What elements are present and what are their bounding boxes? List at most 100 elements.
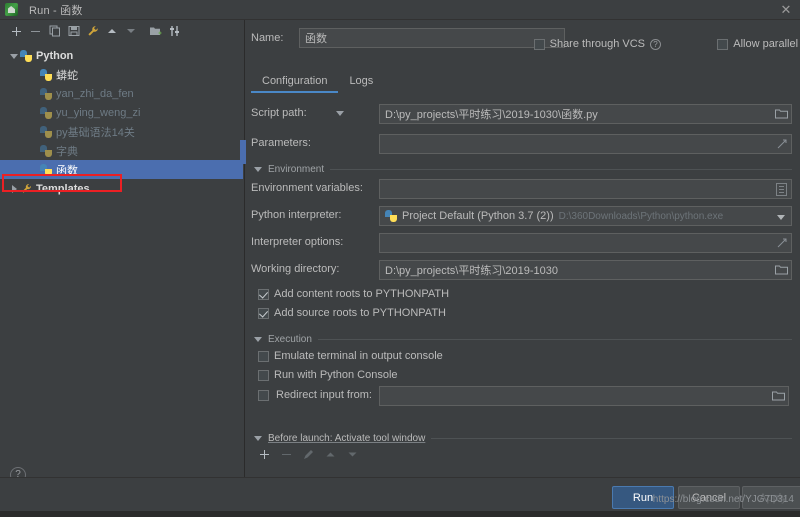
name-input[interactable]: 函数	[299, 28, 565, 48]
working-directory-input[interactable]: D:\py_projects\平时练习\2019-1030	[379, 260, 792, 280]
tree-item-label: yu_ying_weng_zi	[56, 107, 140, 119]
chevron-down-icon[interactable]	[8, 50, 20, 62]
move-down-button[interactable]	[122, 23, 139, 40]
tree-item-manshe[interactable]: 蟒蛇	[0, 65, 243, 84]
python-interpreter-value: Project Default (Python 3.7 (2))	[402, 210, 554, 222]
checkbox-box[interactable]	[717, 39, 728, 50]
add-task-button[interactable]	[258, 448, 271, 461]
chevron-down-icon[interactable]	[254, 337, 262, 342]
interpreter-options-row: Interpreter options:	[251, 233, 792, 253]
tab-configuration[interactable]: Configuration	[251, 72, 338, 93]
help-icon[interactable]: ?	[650, 39, 661, 50]
python-interpreter-select[interactable]: Project Default (Python 3.7 (2)) D:\360D…	[379, 206, 792, 226]
interpreter-options-input[interactable]	[379, 233, 792, 253]
edit-templates-button[interactable]	[84, 23, 101, 40]
run-with-python-console-label: Run with Python Console	[274, 369, 398, 381]
python-icon	[40, 69, 52, 81]
checkbox-box[interactable]	[258, 351, 269, 362]
configurations-panel: Python 蟒蛇 yan_zhi_da_fen yu_ying_weng_zi…	[0, 20, 245, 497]
python-icon	[40, 164, 52, 176]
section-divider	[431, 438, 792, 439]
emulate-terminal-checkbox[interactable]: Emulate terminal in output console	[258, 350, 443, 362]
working-directory-row: Working directory: D:\py_projects\平时练习\2…	[251, 260, 792, 280]
script-path-combo-arrow-icon[interactable]	[336, 111, 344, 116]
tab-label: Logs	[349, 75, 373, 87]
before-launch-section-header[interactable]: Before launch: Activate tool window	[254, 431, 792, 445]
checkbox-box[interactable]	[534, 39, 545, 50]
configuration-form: Script path: D:\py_projects\平时练习\2019-10…	[246, 96, 800, 477]
tree-item-python[interactable]: Python	[0, 46, 243, 65]
redirect-input-checkbox[interactable]	[258, 390, 269, 401]
execution-section-header[interactable]: Execution	[254, 332, 792, 346]
expand-icon[interactable]	[777, 139, 788, 150]
desktop-taskbar	[0, 511, 800, 517]
close-icon[interactable]: ✕	[778, 2, 794, 18]
copy-configuration-button[interactable]	[46, 23, 63, 40]
folder-icon[interactable]	[775, 264, 788, 276]
working-directory-value: D:\py_projects\平时练习\2019-1030	[385, 262, 786, 278]
tree-item-zidian[interactable]: 字典	[0, 141, 243, 160]
move-into-folder-button[interactable]	[147, 23, 164, 40]
allow-parallel-run-checkbox[interactable]: Allow parallel run	[717, 38, 800, 50]
section-divider	[318, 339, 792, 340]
tree-item-templates[interactable]: Templates	[0, 179, 243, 198]
folder-icon[interactable]	[775, 108, 788, 120]
edit-task-button[interactable]	[302, 448, 315, 461]
move-up-button[interactable]	[103, 23, 120, 40]
task-move-up-button[interactable]	[324, 448, 337, 461]
tree-item-label: 蟒蛇	[56, 67, 78, 83]
configurations-tree[interactable]: Python 蟒蛇 yan_zhi_da_fen yu_ying_weng_zi…	[0, 44, 243, 457]
environment-variables-input[interactable]	[379, 179, 792, 199]
script-path-value: D:\py_projects\平时练习\2019-1030\函数.py	[385, 106, 786, 122]
name-input-value: 函数	[305, 30, 327, 46]
before-launch-toolbar	[258, 448, 359, 461]
name-label: Name:	[251, 32, 283, 44]
chevron-right-icon[interactable]	[8, 183, 20, 195]
python-interpreter-label: Python interpreter:	[251, 209, 342, 221]
share-through-vcs-label: Share through VCS	[550, 38, 645, 50]
remove-task-button[interactable]	[280, 448, 293, 461]
checkbox-box[interactable]	[258, 308, 269, 319]
environment-variables-label: Environment variables:	[251, 182, 363, 194]
expand-icon[interactable]	[777, 238, 788, 249]
share-through-vcs-checkbox[interactable]: Share through VCS ?	[534, 38, 661, 50]
remove-configuration-button[interactable]	[27, 23, 44, 40]
env-list-icon[interactable]	[776, 183, 787, 196]
tree-item-hanshu[interactable]: 函数	[0, 160, 243, 179]
tree-item-label: py基础语法14关	[56, 124, 135, 140]
save-configuration-button[interactable]	[65, 23, 82, 40]
wrench-icon	[20, 183, 32, 195]
add-content-roots-checkbox[interactable]: Add content roots to PYTHONPATH	[258, 288, 449, 300]
tree-item-label: Python	[36, 50, 73, 62]
section-divider	[330, 169, 792, 170]
tree-item-label: 函数	[56, 162, 78, 178]
watermark-text: https://blog.csdn.net/YJG7D314	[653, 494, 794, 505]
parameters-input[interactable]	[379, 134, 792, 154]
tree-item-yan-zhi-da-fen[interactable]: yan_zhi_da_fen	[0, 84, 243, 103]
editor-tabs: Configuration Logs	[251, 72, 384, 93]
run-with-python-console-checkbox[interactable]: Run with Python Console	[258, 369, 398, 381]
environment-variables-row: Environment variables:	[251, 179, 792, 199]
tree-item-yu-ying-weng-zi[interactable]: yu_ying_weng_zi	[0, 103, 243, 122]
redirect-input-label: Redirect input from:	[276, 389, 372, 401]
tab-logs[interactable]: Logs	[338, 72, 384, 93]
task-move-down-button[interactable]	[346, 448, 359, 461]
pycharm-icon	[5, 3, 18, 16]
redirect-input-field[interactable]	[379, 386, 789, 406]
checkbox-box[interactable]	[258, 289, 269, 300]
allow-parallel-run-label: Allow parallel run	[733, 38, 800, 50]
folder-icon[interactable]	[772, 390, 785, 402]
environment-section-header[interactable]: Environment	[254, 162, 792, 176]
script-path-input[interactable]: D:\py_projects\平时练习\2019-1030\函数.py	[379, 104, 792, 124]
chevron-down-icon[interactable]	[254, 167, 262, 172]
checkbox-box[interactable]	[258, 370, 269, 381]
python-icon	[40, 107, 52, 119]
add-source-roots-checkbox[interactable]: Add source roots to PYTHONPATH	[258, 307, 446, 319]
add-configuration-button[interactable]	[8, 23, 25, 40]
tree-item-label: 字典	[56, 143, 78, 159]
tab-label: Configuration	[262, 75, 327, 87]
chevron-down-icon[interactable]	[254, 436, 262, 441]
chevron-down-icon[interactable]	[777, 215, 785, 220]
tree-item-py-jichu-yufa-14guan[interactable]: py基础语法14关	[0, 122, 243, 141]
sort-configurations-button[interactable]	[166, 23, 183, 40]
